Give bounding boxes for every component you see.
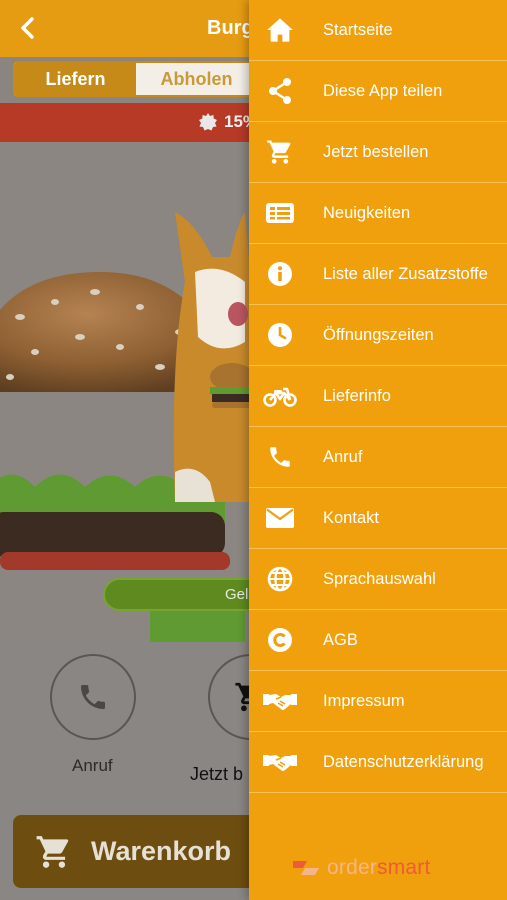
call-button[interactable] xyxy=(50,654,136,740)
menu-label: Lieferinfo xyxy=(323,386,391,405)
tab-pickup[interactable]: Abholen xyxy=(136,63,257,95)
home-icon xyxy=(267,18,293,42)
cart-label: Warenkorb xyxy=(91,836,232,866)
status-text: Gel xyxy=(225,586,249,603)
copyright-icon xyxy=(268,628,292,652)
menu-label: Startseite xyxy=(323,20,393,39)
menu-label: Öffnungszeiten xyxy=(323,325,434,344)
menu-item-terms[interactable]: AGB xyxy=(249,610,507,671)
news-icon xyxy=(266,203,294,223)
badge-icon xyxy=(199,113,217,131)
globe-icon xyxy=(267,566,293,592)
menu-label: Impressum xyxy=(323,691,405,710)
clock-icon xyxy=(268,323,292,347)
info-icon xyxy=(268,262,292,286)
mail-icon xyxy=(266,508,294,528)
menu-item-delivery-info[interactable]: Lieferinfo xyxy=(249,366,507,427)
cart-icon xyxy=(36,835,69,868)
menu-label: Jetzt bestellen xyxy=(323,142,429,161)
delivery-mode-toggle: Liefern Abholen xyxy=(13,61,263,97)
ordersmart-logo: ordersmart xyxy=(291,856,431,880)
menu-item-order-now[interactable]: Jetzt bestellen xyxy=(249,122,507,183)
menu-label: Kontakt xyxy=(323,508,379,527)
order-now-label: Jetzt b xyxy=(190,764,244,784)
menu-label: Neuigkeiten xyxy=(323,203,411,222)
menu-label: Liste aller Zusatzstoffe xyxy=(323,264,488,283)
menu-label: Diese App teilen xyxy=(323,81,443,100)
menu-item-privacy[interactable]: Datenschutzerklärung xyxy=(249,732,507,793)
share-icon xyxy=(269,78,291,104)
handshake-icon xyxy=(263,694,297,710)
motorbike-icon xyxy=(263,387,297,407)
menu-item-contact[interactable]: Kontakt xyxy=(249,488,507,549)
menu-item-opening-hours[interactable]: Öffnungszeiten xyxy=(249,305,507,366)
shopping-cart-button[interactable]: Warenkorb xyxy=(13,815,283,888)
menu-item-language[interactable]: Sprachauswahl xyxy=(249,549,507,610)
menu-item-news[interactable]: Neuigkeiten xyxy=(249,183,507,244)
chevron-left-icon xyxy=(21,17,34,39)
phone-icon xyxy=(270,447,290,467)
cart-icon xyxy=(267,140,291,164)
brand-logo-icon xyxy=(293,861,319,875)
tab-delivery[interactable]: Liefern xyxy=(15,63,136,95)
phone-icon xyxy=(81,685,105,709)
back-button[interactable] xyxy=(10,10,46,46)
menu-item-call[interactable]: Anruf xyxy=(249,427,507,488)
navigation-drawer: Startseite Diese App teilen Jetzt bestel… xyxy=(249,0,507,900)
brand-text: ordersmart xyxy=(327,856,431,879)
menu-label: Anruf xyxy=(323,447,363,466)
menu-item-imprint[interactable]: Impressum xyxy=(249,671,507,732)
menu-item-share[interactable]: Diese App teilen xyxy=(249,61,507,122)
menu-label: AGB xyxy=(323,630,358,649)
call-label: Anruf xyxy=(72,756,113,775)
menu-item-additives[interactable]: Liste aller Zusatzstoffe xyxy=(249,244,507,305)
menu-label: Sprachauswahl xyxy=(323,569,436,588)
handshake-icon xyxy=(263,755,297,771)
menu-item-startseite[interactable]: Startseite xyxy=(249,0,507,61)
menu-label: Datenschutzerklärung xyxy=(323,752,484,771)
